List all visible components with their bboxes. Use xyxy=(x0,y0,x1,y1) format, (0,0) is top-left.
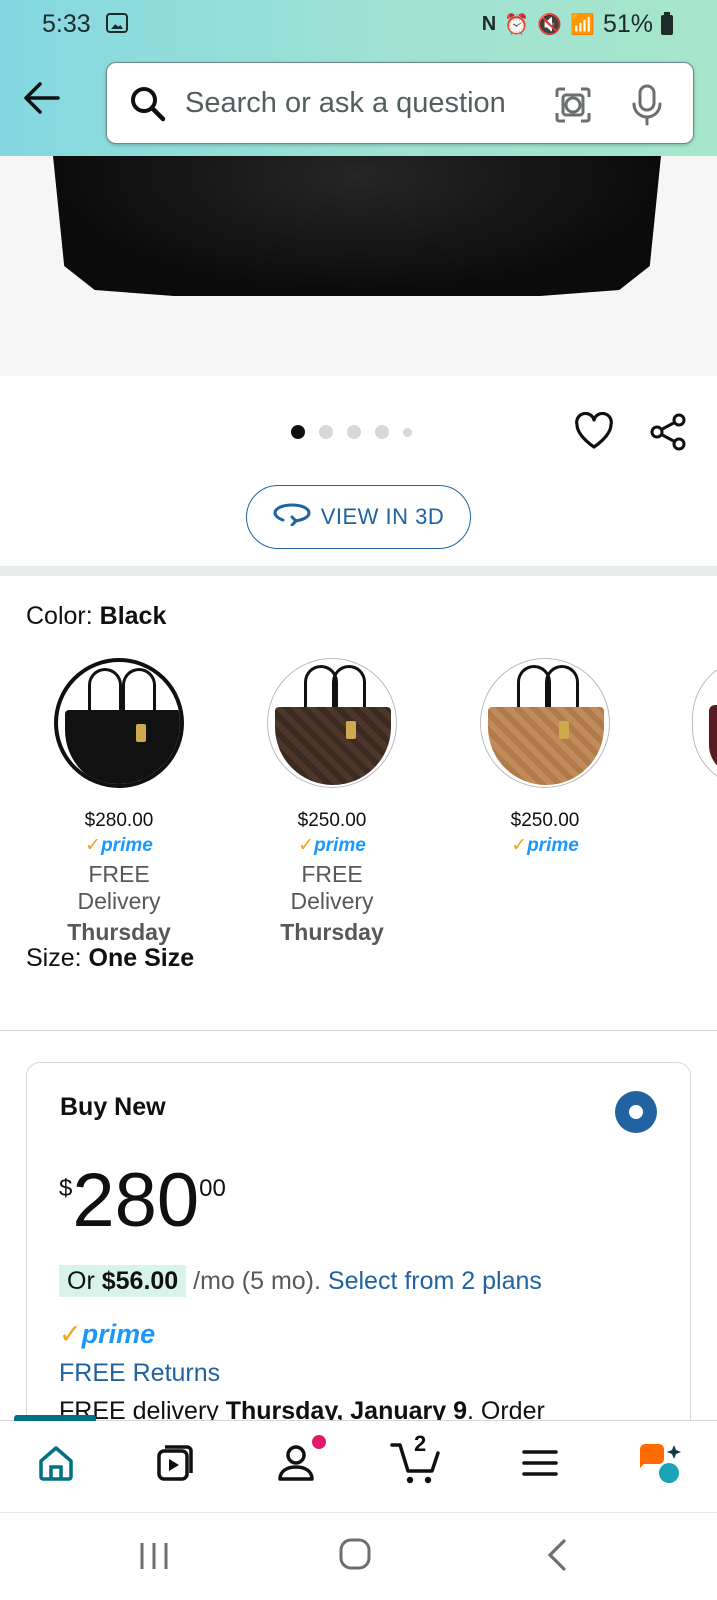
price-whole: 280 xyxy=(72,1158,200,1243)
home-button-icon[interactable] xyxy=(338,1537,372,1576)
swatch-price: $250.00 xyxy=(510,810,580,831)
price-fraction: 00 xyxy=(199,1175,226,1202)
installment-plan: Or $56.00 /mo (5 mo). Select from 2 plan… xyxy=(59,1265,542,1297)
swatch-price: $250.00 xyxy=(297,810,367,831)
swatch-image xyxy=(267,658,397,788)
system-navigation-bar xyxy=(0,1512,717,1600)
search-input[interactable] xyxy=(183,81,543,125)
color-swatch-black[interactable]: $280.00 ✓prime FREE Delivery Thursday xyxy=(54,658,184,946)
color-swatch-brown[interactable]: $250.00 ✓prime FREE Delivery Thursday xyxy=(267,658,397,946)
image-carousel-dots[interactable] xyxy=(291,425,412,439)
nfc-icon: N xyxy=(481,13,497,35)
size-label-text: Size: xyxy=(26,944,82,972)
swatch-delivery-day: Thursday xyxy=(67,919,171,945)
swatch-price: $280.00 xyxy=(84,810,154,831)
status-bar: 5:33 N ⏰ 🔇 📶 51% xyxy=(0,0,717,50)
carousel-dot[interactable] xyxy=(403,427,412,437)
bag-tag xyxy=(346,721,356,739)
plan-amount: $56.00 xyxy=(101,1267,179,1295)
buy-new-radio[interactable] xyxy=(615,1091,657,1133)
carousel-dot[interactable] xyxy=(319,425,333,439)
menu-icon[interactable] xyxy=(520,1443,560,1488)
prime-badge: ✓prime xyxy=(85,835,153,856)
product-image[interactable] xyxy=(0,156,717,376)
bag-body xyxy=(488,707,604,785)
free-returns-link[interactable]: FREE Returns xyxy=(59,1359,220,1388)
color-swatch-khaki[interactable]: $250.00 ✓prime xyxy=(480,658,610,857)
color-selected-value: Black xyxy=(99,602,167,630)
color-swatch-partial[interactable] xyxy=(692,658,717,788)
swatch-delivery: FREE Delivery xyxy=(77,861,161,914)
swatch-image xyxy=(54,658,184,788)
gallery-notification-icon xyxy=(106,13,128,33)
bottom-navigation: 2 xyxy=(0,1415,717,1512)
status-time: 5:33 xyxy=(42,10,91,38)
swatch-image xyxy=(480,658,610,788)
home-icon[interactable] xyxy=(36,1443,76,1488)
back-arrow-icon[interactable] xyxy=(22,78,62,118)
wifi-icon: 📶 xyxy=(570,14,595,36)
rotate-3d-icon xyxy=(273,502,311,532)
bag-tag xyxy=(136,724,146,742)
swatch-delivery-day: Thursday xyxy=(280,919,384,945)
cart-count: 2 xyxy=(414,1431,427,1456)
installment-highlight: Or $56.00 xyxy=(59,1265,187,1297)
view-in-3d-label: VIEW IN 3D xyxy=(320,504,445,529)
microphone-icon[interactable] xyxy=(629,83,665,132)
size-selected-value: One Size xyxy=(88,944,195,972)
share-icon[interactable] xyxy=(648,412,688,457)
recent-apps-icon[interactable] xyxy=(138,1541,170,1576)
plan-prefix: Or xyxy=(67,1267,95,1295)
prime-badge: ✓prime xyxy=(298,835,366,856)
bag-body xyxy=(65,710,180,784)
battery-percent: 51% xyxy=(602,10,653,38)
prime-text: prime xyxy=(314,835,366,856)
mute-icon: 🔇 xyxy=(537,14,563,36)
select-plans-link[interactable]: Select from 2 plans xyxy=(328,1267,542,1295)
prime-badge: ✓prime xyxy=(511,835,579,856)
bag-tag xyxy=(559,721,569,739)
prime-text: prime xyxy=(527,835,579,856)
bag-body xyxy=(709,705,717,775)
rufus-assistant-icon[interactable] xyxy=(636,1443,682,1490)
search-icon xyxy=(129,85,167,128)
battery-icon xyxy=(661,11,673,35)
bag-body xyxy=(275,707,391,785)
color-label-text: Color: xyxy=(26,602,93,630)
buy-price: $28000 xyxy=(59,1163,226,1239)
black-tote-bag-image xyxy=(52,156,662,296)
color-label: Color: Black xyxy=(26,602,166,631)
size-label: Size: One Size xyxy=(26,944,194,973)
prime-logo: ✓prime xyxy=(59,1319,156,1349)
prime-text: prime xyxy=(101,835,153,856)
view-in-3d-button[interactable]: VIEW IN 3D xyxy=(246,485,471,549)
section-divider xyxy=(0,566,717,576)
price-currency: $ xyxy=(59,1175,73,1202)
video-icon[interactable] xyxy=(155,1443,195,1488)
buy-new-title: Buy New xyxy=(60,1093,166,1121)
carousel-dot[interactable] xyxy=(347,425,361,439)
notification-badge xyxy=(312,1435,326,1449)
plan-suffix: /mo (5 mo). xyxy=(193,1267,321,1295)
account-icon[interactable] xyxy=(276,1443,316,1488)
prime-text: prime xyxy=(81,1319,156,1349)
carousel-dot[interactable] xyxy=(375,425,389,439)
carousel-dot[interactable] xyxy=(291,425,305,439)
alarm-icon: ⏰ xyxy=(504,14,530,36)
back-button-icon[interactable] xyxy=(544,1537,568,1578)
heart-icon[interactable] xyxy=(574,411,614,455)
buy-new-card[interactable]: Buy New $28000 Or $56.00 /mo (5 mo). Sel… xyxy=(26,1062,691,1462)
home-active-indicator xyxy=(14,1415,96,1421)
search-bar[interactable] xyxy=(106,62,694,144)
divider xyxy=(0,1030,717,1031)
camera-lens-icon[interactable] xyxy=(553,85,593,130)
swatch-delivery: FREE Delivery xyxy=(290,861,374,914)
